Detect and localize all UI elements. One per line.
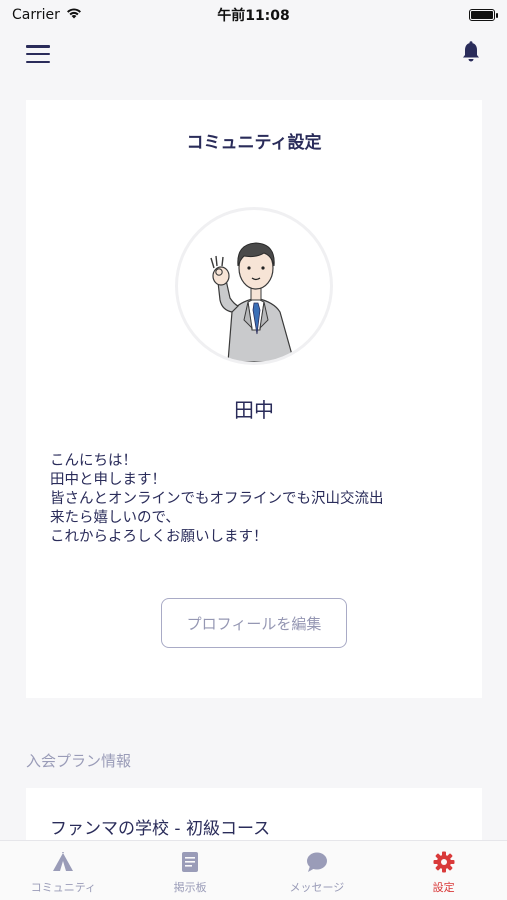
edit-profile-button[interactable]: プロフィールを編集 — [161, 598, 347, 648]
bio-line: 田中と申します！ — [50, 472, 166, 488]
bio-line: 来たら嬉しいので、 — [50, 510, 180, 526]
tab-bar: コミュニティ 掲示板 メッセージ 設定 — [0, 840, 507, 900]
document-icon — [179, 851, 201, 873]
battery-level — [471, 11, 493, 19]
bio-line: こんにちは！ — [50, 453, 137, 469]
user-name: 田中 — [234, 398, 274, 422]
hamburger-menu-icon[interactable] — [26, 45, 50, 63]
businessman-avatar-icon — [210, 242, 295, 362]
tab-community[interactable]: コミュニティ — [0, 841, 127, 900]
nav-bar — [0, 30, 507, 78]
plan-card[interactable]: ファンマの学校 - 初級コース — [26, 788, 482, 848]
profile-bio: こんにちは！ 田中と申します！ 皆さんとオンラインでもオフラインでも沢山交流出 … — [50, 452, 460, 547]
tab-label: コミュニティ — [30, 881, 97, 894]
plan-section-label: 入会プラン情報 — [26, 752, 132, 770]
status-time: 午前11:08 — [217, 8, 290, 24]
tab-settings[interactable]: 設定 — [380, 841, 507, 900]
gear-icon — [433, 851, 455, 873]
status-bar: Carrier 午前11:08 — [0, 0, 507, 30]
avatar — [178, 210, 330, 362]
chat-bubble-icon — [306, 851, 328, 873]
tab-label: 掲示板 — [173, 881, 207, 894]
plan-name: ファンマの学校 - 初級コース — [50, 819, 271, 839]
tab-messages[interactable]: メッセージ — [254, 841, 381, 900]
profile-card: コミュニティ設定 田中 こんにちは！ 田中と申します！ 皆さんとオンラインでもオ… — [26, 100, 482, 698]
tent-icon — [52, 851, 74, 873]
battery-icon — [469, 9, 498, 21]
tab-board[interactable]: 掲示板 — [127, 841, 254, 900]
tab-label: 設定 — [432, 881, 455, 894]
bio-line: これからよろしくお願いします！ — [50, 529, 268, 545]
bio-line: 皆さんとオンラインでもオフラインでも沢山交流出 — [50, 491, 384, 507]
bell-icon[interactable] — [461, 41, 481, 67]
page-title: コミュニティ設定 — [186, 133, 322, 153]
tab-label: メッセージ — [289, 881, 345, 894]
